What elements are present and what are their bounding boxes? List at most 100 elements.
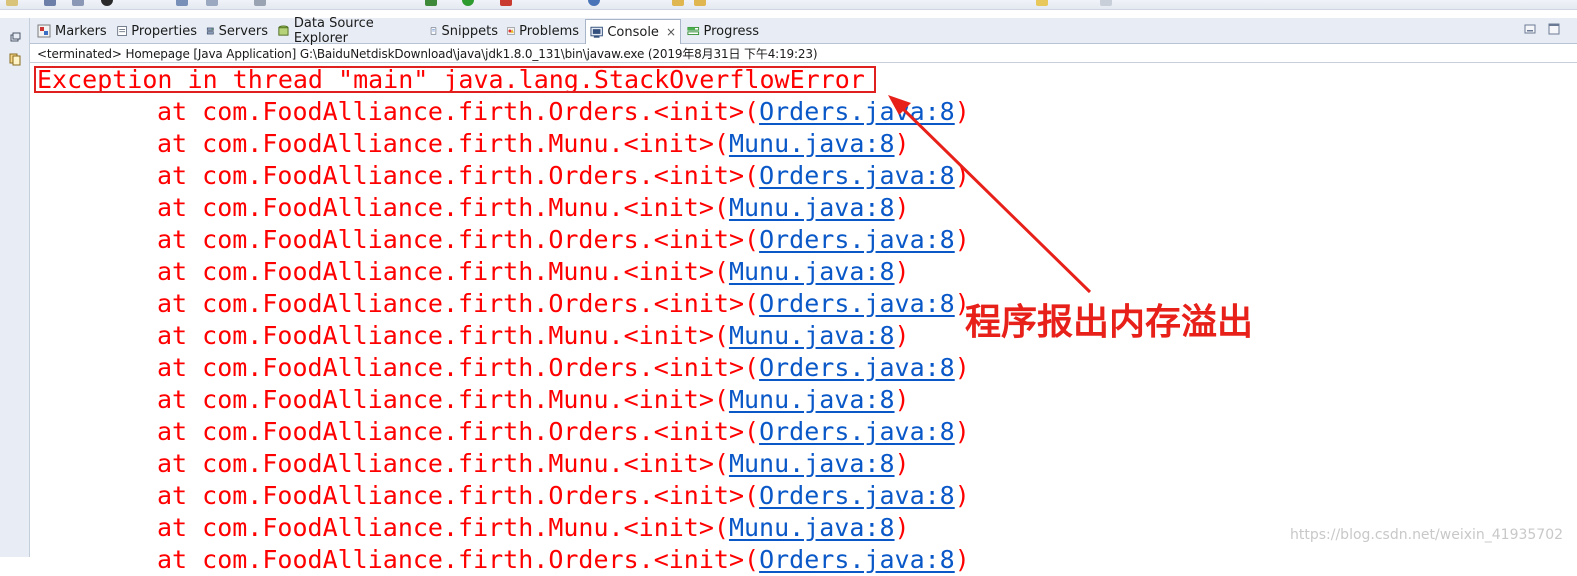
stack-frame-line: at com.FoodAlliance.firth.Munu.<init>(Mu… — [37, 320, 910, 352]
annotation-label: 程序报出内存溢出 — [965, 302, 1254, 343]
source-link[interactable]: Orders.java:8 — [759, 225, 955, 254]
source-link[interactable]: Orders.java:8 — [759, 353, 955, 382]
tab-problems[interactable]: Problems — [503, 20, 583, 42]
source-link[interactable]: Orders.java:8 — [759, 481, 955, 510]
external-tools-icon[interactable] — [500, 0, 512, 6]
servers-icon — [206, 27, 214, 35]
stack-frame-line: at com.FoodAlliance.firth.Orders.<init>(… — [37, 96, 970, 128]
tab-snippets[interactable]: Snippets — [426, 20, 502, 42]
frame-method: at com.FoodAlliance.firth.Munu.<init>( — [157, 321, 729, 350]
frame-close-paren: ) — [894, 385, 910, 414]
tab-snippets-label: Snippets — [441, 23, 498, 39]
progress-icon — [687, 26, 700, 36]
source-link[interactable]: Munu.java:8 — [729, 257, 895, 286]
problems-icon — [507, 27, 515, 35]
tab-properties[interactable]: Properties — [113, 20, 201, 42]
minimize-icon[interactable] — [1524, 23, 1536, 35]
frame-method: at com.FoodAlliance.firth.Orders.<init>( — [157, 481, 760, 510]
source-link[interactable]: Orders.java:8 — [759, 289, 955, 318]
stack-frame-line: at com.FoodAlliance.firth.Munu.<init>(Mu… — [37, 512, 910, 544]
stack-frame-line: at com.FoodAlliance.firth.Munu.<init>(Mu… — [37, 256, 910, 288]
stack-frame-line: at com.FoodAlliance.firth.Orders.<init>(… — [37, 544, 970, 576]
tab-servers[interactable]: Servers — [202, 20, 272, 42]
tab-progress[interactable]: Progress — [683, 20, 763, 42]
tab-markers[interactable]: Markers — [33, 20, 111, 42]
source-link[interactable]: Munu.java:8 — [729, 449, 895, 478]
stack-frame-line: at com.FoodAlliance.firth.Orders.<init>(… — [37, 288, 970, 320]
frame-method: at com.FoodAlliance.firth.Munu.<init>( — [157, 257, 729, 286]
frame-close-paren: ) — [894, 449, 910, 478]
stack-frame-line: at com.FoodAlliance.firth.Orders.<init>(… — [37, 160, 970, 192]
frame-method: at com.FoodAlliance.firth.Orders.<init>( — [157, 353, 760, 382]
frame-method: at com.FoodAlliance.firth.Munu.<init>( — [157, 193, 729, 222]
frame-close-paren: ) — [894, 129, 910, 158]
console-status-line: <terminated> Homepage [Java Application]… — [37, 47, 818, 61]
source-link[interactable]: Orders.java:8 — [759, 97, 955, 126]
bug-icon[interactable] — [425, 0, 437, 6]
frame-method: at com.FoodAlliance.firth.Orders.<init>( — [157, 225, 760, 254]
source-link[interactable]: Orders.java:8 — [759, 161, 955, 190]
stack-frame-line: at com.FoodAlliance.firth.Munu.<init>(Mu… — [37, 128, 910, 160]
tab-data-source-explorer[interactable]: Data Source Explorer — [273, 16, 425, 46]
step-icon[interactable] — [206, 0, 218, 6]
markers-icon — [37, 24, 51, 38]
stack-frame-line: at com.FoodAlliance.firth.Orders.<init>(… — [37, 224, 970, 256]
frame-close-paren: ) — [894, 257, 910, 286]
source-link[interactable]: Orders.java:8 — [759, 545, 955, 574]
stack-frame-line: at com.FoodAlliance.firth.Munu.<init>(Mu… — [37, 192, 910, 224]
snippets-icon — [430, 27, 437, 35]
folder-icon[interactable] — [672, 0, 684, 6]
frame-close-paren: ) — [954, 97, 970, 126]
source-link[interactable]: Orders.java:8 — [759, 417, 955, 446]
forward-icon[interactable] — [1100, 0, 1112, 6]
tab-markers-label: Markers — [55, 23, 107, 39]
frame-close-paren: ) — [954, 225, 970, 254]
frame-method: at com.FoodAlliance.firth.Orders.<init>( — [157, 97, 760, 126]
stack-frame-line: at com.FoodAlliance.firth.Orders.<init>(… — [37, 480, 970, 512]
frame-close-paren: ) — [894, 193, 910, 222]
tab-progress-label: Progress — [703, 23, 759, 39]
frame-close-paren: ) — [894, 513, 910, 542]
run-icon[interactable] — [462, 0, 474, 6]
frame-close-paren: ) — [954, 481, 970, 510]
back-icon[interactable] — [1036, 0, 1048, 6]
frame-close-paren: ) — [894, 321, 910, 350]
maximize-icon[interactable] — [1548, 23, 1560, 35]
debug-icon[interactable] — [101, 0, 113, 6]
new-icon[interactable] — [6, 0, 18, 6]
data-source-icon — [278, 25, 289, 36]
stack-frame-line: at com.FoodAlliance.firth.Munu.<init>(Mu… — [37, 384, 910, 416]
source-link[interactable]: Munu.java:8 — [729, 513, 895, 542]
terminate-icon[interactable] — [254, 0, 266, 6]
folder-open-icon[interactable] — [694, 0, 706, 6]
stack-frame-line: at com.FoodAlliance.firth.Orders.<init>(… — [37, 416, 970, 448]
frame-method: at com.FoodAlliance.firth.Munu.<init>( — [157, 129, 729, 158]
frame-method: at com.FoodAlliance.firth.Orders.<init>( — [157, 289, 760, 318]
source-link[interactable]: Munu.java:8 — [729, 129, 895, 158]
tab-console-label: Console — [607, 24, 659, 40]
close-icon[interactable]: × — [666, 25, 676, 39]
restore-icon[interactable] — [8, 30, 22, 44]
watermark: https://blog.csdn.net/weixin_41935702 — [1290, 527, 1564, 543]
tab-problems-label: Problems — [519, 23, 579, 39]
view-tab-bar: Markers Properties Servers Data Source E… — [30, 16, 1577, 46]
tab-console[interactable]: Console × — [585, 19, 681, 44]
source-link[interactable]: Munu.java:8 — [729, 385, 895, 414]
frame-close-paren: ) — [954, 353, 970, 382]
frame-method: at com.FoodAlliance.firth.Munu.<init>( — [157, 513, 729, 542]
frame-method: at com.FoodAlliance.firth.Orders.<init>( — [157, 161, 760, 190]
save-all-icon[interactable] — [72, 0, 84, 6]
source-link[interactable]: Munu.java:8 — [729, 321, 895, 350]
console-separator — [30, 62, 1577, 63]
source-link[interactable]: Munu.java:8 — [729, 193, 895, 222]
pages-icon[interactable] — [8, 52, 22, 66]
left-trim-bar — [0, 18, 30, 557]
frame-method: at com.FoodAlliance.firth.Munu.<init>( — [157, 449, 729, 478]
exception-highlight-box — [34, 66, 876, 93]
stack-frame-line: at com.FoodAlliance.firth.Orders.<init>(… — [37, 352, 970, 384]
frame-close-paren: ) — [954, 417, 970, 446]
save-icon[interactable] — [44, 0, 56, 6]
search-icon[interactable] — [176, 0, 188, 6]
globe-icon[interactable] — [588, 0, 600, 6]
frame-close-paren: ) — [954, 161, 970, 190]
